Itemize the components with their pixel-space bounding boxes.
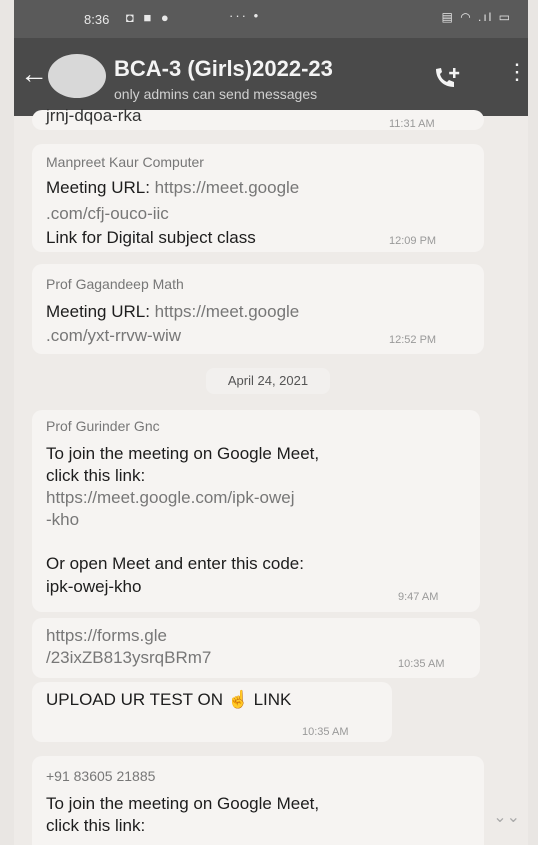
message-text: Or open Meet and enter this code: (46, 554, 304, 573)
message-time: 12:52 PM (389, 334, 437, 346)
meeting-link[interactable]: https://meet.google (155, 178, 300, 197)
message-bubble[interactable]: Prof Gagandeep Math Meeting URL: https:/… (32, 264, 484, 354)
more-notifications-icon: ··· • (229, 8, 261, 23)
message-text: Link for Digital subject class (46, 228, 256, 247)
message-text: To join the meeting on Google Meet, (46, 444, 320, 463)
message-bubble[interactable]: jrnj-dqoa-rka 11:31 AM (32, 106, 484, 130)
group-subtitle: only admins can send messages (114, 86, 318, 102)
message-line: Meeting URL: https://meet.google (46, 178, 299, 198)
status-bar: 8:36 ◘ ■ ● ··· • ▤ ◠ .ıl ▭ (14, 0, 528, 38)
message-text: jrnj-dqoa-rka (46, 106, 142, 125)
status-time: 8:36 (84, 12, 110, 27)
message-text: click this link: (46, 466, 146, 485)
message-time: 10:35 AM (302, 726, 349, 738)
meeting-url-label: Meeting URL: (46, 178, 155, 197)
form-link[interactable]: /23ixZB813ysrqBRm7 (46, 648, 211, 668)
message-bubble[interactable]: Manpreet Kaur Computer Meeting URL: http… (32, 144, 484, 252)
sender-name: Prof Gagandeep Math (46, 276, 184, 292)
group-avatar[interactable] (48, 54, 106, 98)
more-options-icon[interactable]: ⋮ (506, 61, 528, 83)
meeting-link[interactable]: .com/yxt-rrvw-wiw (46, 326, 181, 346)
phone-screen: 8:36 ◘ ■ ● ··· • ▤ ◠ .ıl ▭ ← BCA-3 (Girl… (14, 0, 528, 845)
message-line: Meeting URL: https://meet.google (46, 302, 299, 322)
scroll-down-icon[interactable]: ⌄⌄ (493, 807, 520, 827)
date-separator: April 24, 2021 (206, 368, 330, 394)
message-bubble[interactable]: https://forms.gle /23ixZB813ysrqBRm7 10:… (32, 618, 480, 678)
signal-battery-icons: ▤ ◠ .ıl ▭ (441, 10, 512, 24)
back-arrow-icon[interactable]: ← (20, 60, 48, 88)
message-text: ipk-owej-kho (46, 577, 142, 596)
meeting-link[interactable]: .com/cfj-ouco-iic (46, 204, 169, 224)
message-text: UPLOAD UR TEST ON ☝ LINK (46, 690, 292, 709)
form-link[interactable]: https://forms.gle (46, 626, 167, 646)
message-time: 10:35 AM (398, 658, 445, 670)
sender-name: +91 83605 21885 (46, 768, 156, 784)
message-text: click this link: (46, 816, 146, 835)
group-title[interactable]: BCA-3 (Girls)2022-23 (114, 56, 333, 82)
message-list[interactable]: jrnj-dqoa-rka 11:31 AM Manpreet Kaur Com… (14, 106, 528, 845)
sender-name: Prof Gurinder Gnc (46, 418, 160, 434)
message-bubble[interactable]: +91 83605 21885 To join the meeting on G… (32, 756, 484, 845)
message-text: To join the meeting on Google Meet, (46, 794, 320, 813)
message-time: 12:09 PM (389, 235, 437, 247)
meeting-link[interactable]: https://meet.google.com/ipk-owej (46, 488, 295, 508)
sender-name: Manpreet Kaur Computer (46, 154, 204, 170)
meeting-link[interactable]: -kho (46, 510, 79, 530)
meeting-link[interactable]: https://meet.google (155, 302, 300, 321)
message-time: 11:31 AM (389, 118, 435, 130)
chat-header: ← BCA-3 (Girls)2022-23 only admins can s… (14, 38, 528, 116)
message-time: 9:47 AM (398, 591, 439, 603)
notification-icons: ◘ ■ ● (126, 10, 172, 25)
meeting-url-label: Meeting URL: (46, 302, 155, 321)
message-bubble[interactable]: Prof Gurinder Gnc To join the meeting on… (32, 410, 480, 612)
message-bubble[interactable]: UPLOAD UR TEST ON ☝ LINK 10:35 AM (32, 682, 392, 742)
add-call-icon[interactable] (432, 66, 462, 90)
